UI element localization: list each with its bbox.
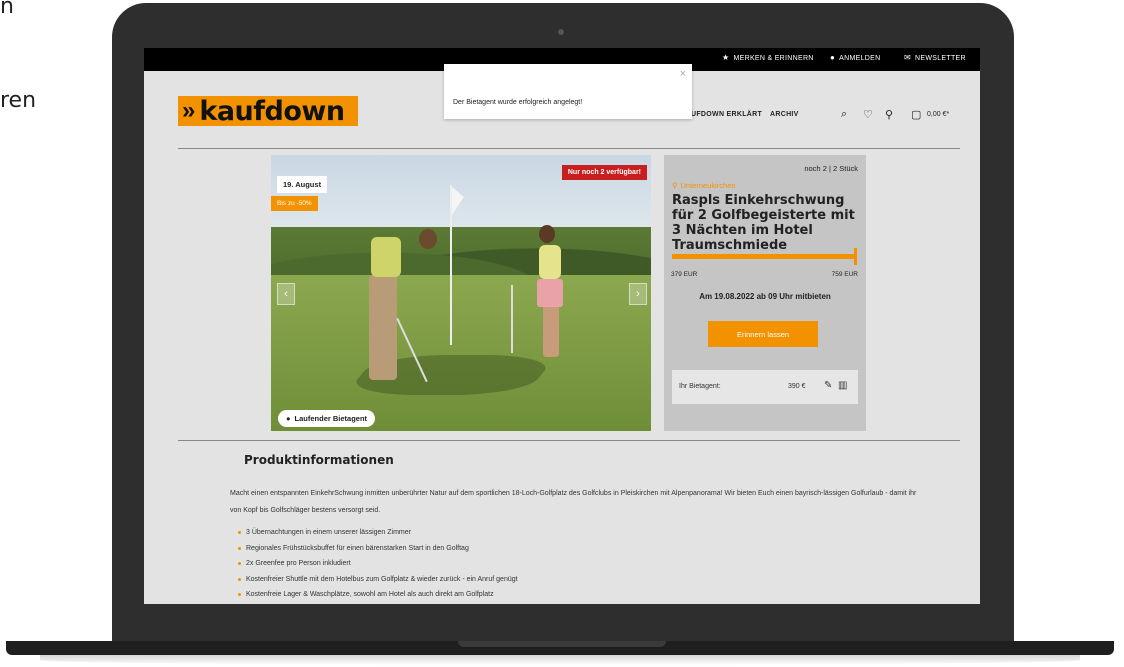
golfer-female-body [539, 245, 561, 279]
price-range-bar [672, 254, 856, 259]
list-item: Kostenfreie Lager & Waschplätze, sowohl … [238, 587, 838, 603]
bullet-icon [238, 546, 241, 550]
newsletter-link[interactable]: ✉ NEWSLETTER [904, 54, 966, 62]
newsletter-label: NEWSLETTER [915, 54, 966, 62]
bullet-icon [238, 531, 241, 534]
price-min: 379 EUR [671, 271, 698, 278]
golfer-female-legs [543, 305, 559, 357]
golfer-male-legs [369, 275, 397, 380]
nav-explained[interactable]: UFDOWN ERKLÄRT [691, 111, 762, 118]
remember-label: MERKEN & ERINNERN [733, 54, 814, 62]
laptop-screen: ★ MERKEN & ERINNERN ● ANMELDEN ✉ NEWSLET… [144, 48, 980, 604]
list-item-text: Kostenfreier Shuttle mit dem Hotelbus zu… [246, 575, 518, 583]
logo-text: kaufdown [199, 95, 345, 127]
deal-panel: noch 2 | 2 Stück ⚲ Unterneukirchen Raspl… [664, 155, 866, 431]
remember-link[interactable]: ★ MERKEN & ERINNERN [722, 54, 814, 62]
account-icon[interactable]: ⚲ [885, 108, 893, 121]
laptop-camera [558, 29, 564, 35]
logo[interactable]: » kaufdown [178, 95, 358, 127]
product-info-heading: Produktinformationen [244, 453, 394, 467]
running-agent-label: Laufender Bietagent [294, 414, 368, 423]
bid-agent-box: Ihr Bietagent: 390 € ✎ ▥ [672, 370, 858, 404]
list-item: 3 Übernachtungen in einem unserer lässig… [238, 525, 838, 541]
golfer-female-skirt [537, 279, 563, 307]
golfer-female-head [539, 225, 555, 243]
date-badge: 19. August [277, 176, 328, 193]
location-label: Unterneukirchen [680, 181, 736, 190]
hero-green [271, 275, 651, 431]
flag [452, 187, 464, 215]
running-agent-badge[interactable]: ● Laufender Bietagent [278, 410, 376, 427]
availability-badge: Nur noch 2 verfügbar! [561, 165, 647, 180]
section-divider [178, 440, 960, 441]
bullet-icon [238, 577, 241, 581]
edit-pencil-icon[interactable]: ✎ [824, 380, 832, 391]
list-item-text: Kostenfreie Lager & Waschplätze, sowohl … [246, 591, 494, 598]
deal-title: Raspls Einkehrschwung für 2 Golfbegeiste… [672, 193, 855, 253]
location-pin-icon: ⚲ [672, 181, 678, 190]
login-label: ANMELDEN [839, 54, 881, 62]
star-icon: ★ [722, 53, 730, 62]
bullet-icon [238, 593, 241, 596]
logo-chevron-icon: » [182, 97, 196, 124]
mail-icon: ✉ [904, 53, 912, 62]
delete-trash-icon[interactable]: ▥ [838, 380, 847, 391]
stock-count: noch 2 | 2 Stück [804, 164, 858, 173]
hero-image: 19. August Bis zu -50% Nur noch 2 verfüg… [271, 155, 651, 431]
bid-agent-label: Ihr Bietagent: [679, 383, 721, 390]
close-icon[interactable]: × [680, 69, 686, 80]
success-toast: × Der Bietagent wurde erfolgreich angele… [444, 64, 692, 119]
putter-2 [511, 285, 513, 353]
golfer-male-body [371, 237, 401, 277]
location: ⚲ Unterneukirchen [672, 181, 736, 190]
discount-badge: Bis zu -50% [271, 196, 318, 211]
bullet-icon [238, 562, 241, 565]
product-info-list: 3 Übernachtungen in einem unserer lässig… [238, 525, 838, 603]
cart-total[interactable]: 0,00 €* [927, 111, 949, 118]
price-range-marker [854, 248, 857, 265]
heart-icon[interactable]: ♡ [863, 108, 873, 121]
toast-message: Der Bietagent wurde erfolgreich angelegt… [453, 99, 583, 106]
laptop-shadow [40, 655, 1080, 665]
header-divider [178, 148, 960, 149]
list-item-text: 3 Übernachtungen in einem unserer lässig… [246, 529, 411, 536]
golfer-male-head [419, 229, 437, 249]
nav-archive[interactable]: ARCHIV [770, 111, 799, 118]
side-text-1: n [0, 0, 14, 19]
list-item: Kostenfreier Shuttle mit dem Hotelbus zu… [238, 572, 838, 588]
cart-icon[interactable]: ▢ [911, 108, 921, 121]
auction-start-info: Am 19.08.2022 ab 09 Uhr mitbieten [699, 292, 831, 301]
stage: n ren ★ MERKEN & ERINNERN ● ANMELDEN ✉ N… [0, 0, 1124, 667]
user-icon: ● [830, 53, 836, 62]
list-item: 2x Greenfee pro Person inkludiert [238, 556, 838, 572]
login-link[interactable]: ● ANMELDEN [830, 54, 880, 62]
list-item-text: 2x Greenfee pro Person inkludiert [246, 560, 351, 567]
list-item-text: Regionales Frühstücksbuffet für einen bä… [246, 544, 469, 552]
search-icon[interactable]: ⌕ [841, 108, 847, 121]
price-max: 759 EUR [831, 271, 858, 278]
laptop-hinge [458, 641, 666, 647]
bid-agent-value: 390 € [788, 383, 806, 390]
user-icon: ● [286, 414, 291, 423]
side-text-2: ren [0, 88, 37, 113]
product-info-description: Macht einen entspannten EinkehrSchwung i… [230, 490, 917, 514]
remind-button[interactable]: Erinnern lassen [708, 321, 818, 347]
list-item: Regionales Frühstücksbuffet für einen bä… [238, 541, 838, 557]
carousel-prev-button[interactable]: ‹ [277, 283, 295, 305]
carousel-next-button[interactable]: › [629, 283, 647, 305]
